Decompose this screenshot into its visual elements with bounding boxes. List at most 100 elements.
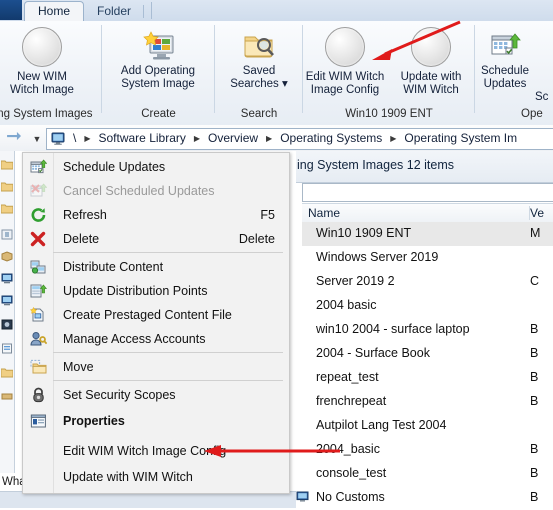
menu-item-properties[interactable]: Properties (23, 409, 289, 433)
ribbon-button-schedule-updates[interactable]: Schedule Updates (469, 25, 541, 91)
circle-blank-icon (22, 27, 62, 67)
menu-item-update-with-wim-witch[interactable]: Update with WIM Witch (23, 465, 289, 489)
tab-folder[interactable]: Folder (84, 2, 145, 21)
table-row[interactable]: win10 2004 - surface laptop B (302, 318, 553, 342)
add-os-image-icon (143, 31, 174, 60)
cell-name: Autpilot Lang Test 2004 (316, 418, 447, 432)
cell-version: B (530, 490, 539, 504)
menu-item-set-security-scopes[interactable]: Set Security Scopes (23, 383, 289, 407)
computer-icon[interactable] (1, 295, 13, 306)
table-row[interactable]: No Customs B (296, 486, 553, 510)
folder-icon[interactable] (1, 203, 13, 214)
list-title-text: ing System Images 12 items (297, 158, 455, 172)
chevron-down-icon[interactable]: ▼ (30, 134, 44, 144)
ribbon-button-label-line2: Updates (483, 78, 527, 90)
menu-item-label: Properties (63, 414, 125, 428)
ribbon-group-label-win10-1909-ent: Win10 1909 ENT (345, 108, 433, 120)
circle-blank-icon (325, 27, 365, 67)
menu-item-schedule-updates[interactable]: Schedule Updates (23, 155, 289, 179)
folder-icon[interactable] (1, 159, 13, 170)
breadcrumb-item-overview[interactable]: Overview (203, 129, 263, 148)
list-pane: ing System Images 12 items Name Ve Win10… (296, 151, 553, 507)
manage-access-icon (30, 332, 47, 346)
folder-icon[interactable] (1, 181, 13, 192)
saved-search-folder-icon (244, 36, 274, 58)
menu-item-distribute-content[interactable]: Distribute Content (23, 255, 289, 279)
menu-item-label: Edit WIM Witch Image Config (63, 444, 227, 458)
breadcrumb-item-root[interactable]: \ (68, 129, 81, 148)
menu-item-label: Cancel Scheduled Updates (63, 184, 215, 198)
cell-version: B (530, 322, 539, 336)
menu-item-move[interactable]: Move (23, 355, 289, 379)
table-row[interactable]: 2004 - Surface Book B (302, 342, 553, 366)
update-dp-icon (30, 284, 47, 298)
distribute-content-icon (30, 260, 46, 274)
table-row[interactable]: Win10 1909 ENT M (302, 222, 553, 246)
table-row[interactable]: repeat_test B (302, 366, 553, 390)
tab-folder-label: Folder (97, 4, 132, 18)
menu-item-label: Delete (63, 232, 100, 246)
ribbon-button-label-line2: Image Config (310, 84, 380, 96)
cell-name: 2004_basic (316, 442, 380, 456)
menu-item-label: Set Security Scopes (63, 388, 176, 402)
column-header-name[interactable]: Name (302, 204, 530, 223)
task-sequence-icon[interactable] (1, 343, 13, 354)
menu-item-delete[interactable]: Delete Delete (23, 227, 289, 251)
tab-home[interactable]: Home (24, 1, 85, 22)
cancel-schedule-icon (30, 183, 47, 197)
cell-name: repeat_test (316, 370, 379, 384)
cell-name: frenchrepeat (316, 394, 387, 408)
application-menu-orb[interactable] (0, 0, 22, 20)
cell-name: 2004 basic (316, 298, 377, 312)
breadcrumb[interactable]: \ ▶ Software Library ▶ Overview ▶ Operat… (46, 128, 553, 150)
cell-version: B (530, 346, 539, 360)
list-title-bar: ing System Images 12 items (296, 151, 553, 183)
ribbon-button-edit-wim-witch-image-config[interactable]: Edit WIM Witch Image Config (303, 25, 387, 97)
ribbon-button-new-wim-witch-image[interactable]: New WIM Witch Image (0, 25, 84, 97)
column-header-version[interactable]: Ve (524, 204, 553, 223)
driver-package-icon[interactable] (1, 391, 13, 402)
settings-node-icon[interactable] (1, 229, 13, 240)
breadcrumb-item-operating-systems[interactable]: Operating Systems (275, 129, 387, 148)
menu-item-label: Update with WIM Witch (63, 470, 193, 484)
table-row[interactable]: frenchrepeat B (302, 390, 553, 414)
navigation-pane[interactable]: What's New (0, 151, 296, 508)
breadcrumb-item-operating-system-images[interactable]: Operating System Im (399, 129, 522, 148)
folder-icon[interactable] (1, 367, 13, 378)
search-input[interactable] (302, 183, 553, 202)
ribbon-group-os-images: New WIM Witch Image ting System Images (0, 21, 102, 125)
security-scope-icon (33, 387, 44, 403)
computer-icon[interactable] (1, 273, 13, 284)
menu-separator (53, 380, 283, 381)
ribbon-button-update-with-wim-witch[interactable]: Update with WIM Witch (389, 25, 473, 97)
menu-item-edit-wim-witch-image-config[interactable]: Edit WIM Witch Image Config (23, 439, 289, 463)
table-row[interactable]: console_test B (302, 462, 553, 486)
ribbon-button-add-operating-system-image[interactable]: Add Operating System Image (116, 25, 200, 91)
refresh-icon (31, 208, 46, 222)
ribbon-button-label-line2: Searches ▾ (230, 78, 288, 90)
table-row[interactable]: Server 2019 2 C (302, 270, 553, 294)
cell-version: B (530, 466, 539, 480)
breadcrumb-item-software-library[interactable]: Software Library (94, 129, 191, 148)
ribbon-group-win10-1909-ent: Edit WIM Witch Image Config Update with … (303, 21, 475, 125)
ribbon-button-sc-truncated-label[interactable]: Sc (535, 91, 548, 103)
menu-item-label: Move (63, 360, 94, 374)
menu-item-update-distribution-points[interactable]: Update Distribution Points (23, 279, 289, 303)
package-icon[interactable] (1, 251, 13, 262)
table-row[interactable]: Windows Server 2019 (302, 246, 553, 270)
disc-image-icon[interactable] (1, 319, 13, 330)
properties-icon (30, 414, 46, 428)
table-row[interactable]: 2004_basic B (302, 438, 553, 462)
back-navigation-icon[interactable]: ➞ (2, 127, 26, 147)
ribbon-tab-strip: Home Folder (0, 0, 553, 22)
menu-item-refresh[interactable]: Refresh F5 (23, 203, 289, 227)
menu-item-manage-access-accounts[interactable]: Manage Access Accounts (23, 327, 289, 351)
table-row[interactable]: Autpilot Lang Test 2004 (302, 414, 553, 438)
menu-item-create-prestaged-content-file[interactable]: Create Prestaged Content File (23, 303, 289, 327)
ribbon-button-saved-searches[interactable]: Saved Searches ▾ (217, 25, 301, 91)
move-folder-icon (30, 359, 47, 374)
delete-icon (30, 231, 46, 247)
cell-name: Win10 1909 ENT (316, 226, 412, 240)
computer-icon (51, 132, 65, 145)
table-row[interactable]: 2004 basic (302, 294, 553, 318)
